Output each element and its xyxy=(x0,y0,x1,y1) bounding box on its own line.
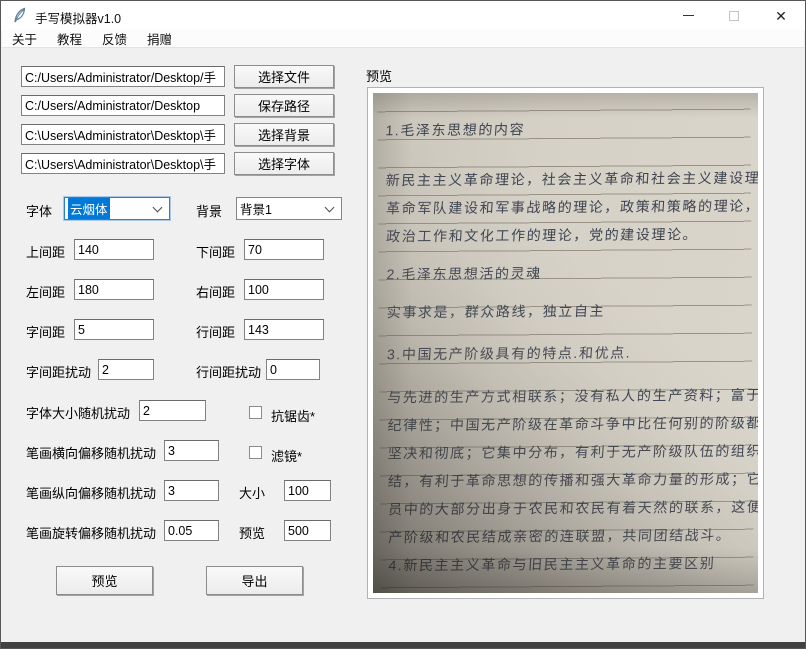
handwriting-line: 产阶级和农民结成亲密的连联盟，共同团结战斗。 xyxy=(388,525,732,547)
handwriting-line: 2.毛泽东思想活的灵魂 xyxy=(386,263,543,284)
close-button[interactable]: ✕ xyxy=(758,1,804,30)
stroke-vertical-jitter-input[interactable] xyxy=(164,480,219,501)
char-spacing-jitter-label: 字间距扰动 xyxy=(26,362,91,381)
menu-item-about[interactable]: 关于 xyxy=(2,30,47,47)
maximize-button[interactable] xyxy=(711,1,757,30)
preview-size-input[interactable] xyxy=(284,520,331,541)
background-combobox[interactable]: 背景1 xyxy=(236,197,342,220)
export-button[interactable]: 导出 xyxy=(206,566,303,595)
choose-background-button[interactable]: 选择背景 xyxy=(234,123,334,146)
app-window: 手写模拟器v1.0 ✕ 关于 教程 反馈 捐赠 选择文件 保存路径 选择背景 选… xyxy=(0,0,806,649)
line-spacing-jitter-input[interactable] xyxy=(266,359,320,380)
char-spacing-input[interactable] xyxy=(74,319,154,340)
right-margin-label: 右间距 xyxy=(196,282,235,301)
font-size-jitter-label: 字体大小随机扰动 xyxy=(26,403,130,422)
window-bottom-edge xyxy=(1,642,805,648)
choose-font-button[interactable]: 选择字体 xyxy=(234,152,334,175)
chevron-down-icon xyxy=(153,203,163,213)
close-icon: ✕ xyxy=(775,9,787,23)
preview-button[interactable]: 预览 xyxy=(56,566,153,595)
size-input[interactable] xyxy=(284,480,331,501)
background-combobox-value: 背景1 xyxy=(240,199,272,218)
maximize-icon xyxy=(729,11,739,21)
menu-item-donate[interactable]: 捐赠 xyxy=(137,30,182,47)
top-margin-input[interactable] xyxy=(74,239,154,260)
menu-item-feedback[interactable]: 反馈 xyxy=(92,30,137,47)
window-title: 手写模拟器v1.0 xyxy=(35,8,121,27)
stroke-horizontal-jitter-input[interactable] xyxy=(164,440,219,461)
handwriting-line: 实事求是，群众路线，独立自主 xyxy=(386,301,606,323)
left-margin-input[interactable] xyxy=(74,279,154,300)
stroke-horizontal-jitter-label: 笔画横向偏移随机扰动 xyxy=(26,443,156,462)
filter-checkbox-label: 滤镜* xyxy=(271,446,302,465)
size-label: 大小 xyxy=(239,483,265,502)
stroke-rotation-jitter-input[interactable] xyxy=(164,520,219,541)
char-spacing-jitter-input[interactable] xyxy=(98,359,154,380)
handwriting-line: 4.新民主主义革命与旧民主主义革命的主要区别 xyxy=(388,553,716,575)
handwriting-line: 3.中国无产阶级具有的特点.和优点. xyxy=(386,343,632,365)
right-margin-input[interactable] xyxy=(244,279,324,300)
font-size-jitter-input[interactable] xyxy=(139,400,206,421)
antialias-checkbox[interactable] xyxy=(249,406,262,419)
handwriting-line: 与先进的生产方式相联系；没有私人的生产资料；富于组织 xyxy=(387,384,758,407)
top-margin-label: 上间距 xyxy=(26,242,65,261)
char-spacing-label: 字间距 xyxy=(26,322,65,341)
handwriting-line: 新民主主义革命理论，社会主义革命和社会主义建设理论， xyxy=(385,167,758,190)
line-spacing-label: 行间距 xyxy=(196,322,235,341)
preview-canvas: 1.毛泽东思想的内容新民主主义革命理论，社会主义革命和社会主义建设理论， 革命军队… xyxy=(367,87,764,599)
preview-panel-label: 预览 xyxy=(366,66,392,85)
font-combobox[interactable]: 云烟体 xyxy=(64,197,170,220)
minimize-button[interactable] xyxy=(665,1,711,30)
handwriting-line: 纪律性；中国无产阶级在革命斗争中比任何别的阶级都来的 xyxy=(387,412,758,435)
feather-icon xyxy=(11,7,28,24)
handwriting-line: 结，有利于革命思想的传播和强大革命力量的形成；它的成 xyxy=(387,468,758,491)
left-margin-label: 左间距 xyxy=(26,282,65,301)
chevron-down-icon xyxy=(325,203,335,213)
handwriting-line: 革命军队建设和军事战略的理论，政策和策略的理论，思想 xyxy=(385,195,758,218)
minimize-icon xyxy=(683,15,694,17)
background-label: 背景 xyxy=(196,201,222,220)
handwriting-preview-image: 1.毛泽东思想的内容新民主主义革命理论，社会主义革命和社会主义建设理论， 革命军队… xyxy=(373,93,758,593)
source-file-input[interactable] xyxy=(21,66,225,87)
filter-checkbox[interactable] xyxy=(249,446,262,459)
handwriting-line: 坚决和彻底；它集中分布，有利于无产阶级队伍的组织和团 xyxy=(387,440,758,463)
line-spacing-input[interactable] xyxy=(244,319,324,340)
font-label: 字体 xyxy=(26,201,52,220)
choose-file-button[interactable]: 选择文件 xyxy=(234,65,334,88)
antialias-checkbox-label: 抗锯齿* xyxy=(271,406,315,425)
font-path-input[interactable] xyxy=(21,153,225,174)
handwriting-line: 政治工作和文化工作的理论，党的建设理论。 xyxy=(386,224,699,246)
background-path-input[interactable] xyxy=(21,124,225,145)
bottom-margin-label: 下间距 xyxy=(196,242,235,261)
menu-bar: 关于 教程 反馈 捐赠 xyxy=(2,30,804,48)
bottom-margin-input[interactable] xyxy=(244,239,324,260)
title-bar: 手写模拟器v1.0 ✕ xyxy=(1,1,805,30)
font-combobox-value: 云烟体 xyxy=(68,198,110,219)
save-path-button[interactable]: 保存路径 xyxy=(234,94,334,117)
save-path-input[interactable] xyxy=(21,95,225,116)
preview-size-label: 预览 xyxy=(239,523,265,542)
stroke-vertical-jitter-label: 笔画纵向偏移随机扰动 xyxy=(26,483,156,502)
handwriting-lines: 1.毛泽东思想的内容新民主主义革命理论，社会主义革命和社会主义建设理论， 革命军队… xyxy=(385,93,755,593)
handwriting-line: 1.毛泽东思想的内容 xyxy=(385,119,526,140)
stroke-rotation-jitter-label: 笔画旋转偏移随机扰动 xyxy=(26,523,156,542)
handwriting-line: 员中的大部分出身于农民和农民有着天然的联系，这便将无 xyxy=(388,496,758,519)
line-spacing-jitter-label: 行间距扰动 xyxy=(196,362,261,381)
menu-item-tutorial[interactable]: 教程 xyxy=(47,30,92,47)
